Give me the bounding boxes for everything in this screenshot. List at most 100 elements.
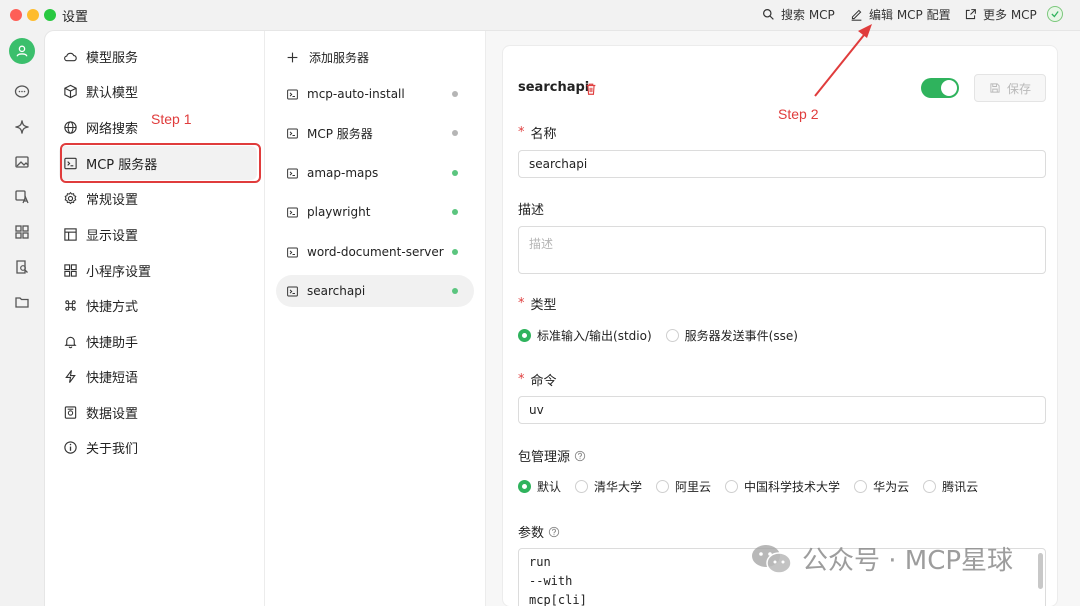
server-status-dot [452, 130, 458, 136]
type-radio-stdio[interactable]: 标准输入/输出(stdio) [518, 327, 652, 344]
registry-radio-huawei[interactable]: 华为云 [854, 478, 909, 495]
more-mcp-button[interactable]: 更多 MCP [964, 6, 1037, 23]
cloud-icon [64, 52, 77, 61]
registry-radio-group: 默认 清华大学 阿里云 中国科学技术大学 华为云 腾讯云 [518, 478, 978, 495]
registry-radio-aliyun[interactable]: 阿里云 [656, 478, 711, 495]
menu-item-label: 小程序设置 [86, 264, 152, 280]
menu-item-data-settings[interactable]: 数据设置 [59, 395, 257, 429]
save-label: 保存 [1006, 81, 1031, 96]
server-item-word-document-server[interactable]: word-document-server [276, 236, 474, 268]
registry-radio-default[interactable]: 默认 [518, 478, 561, 495]
search-mcp-button[interactable]: 搜索 MCP [762, 6, 835, 23]
menu-item-label: 显示设置 [86, 228, 139, 244]
cube-icon [64, 84, 77, 98]
help-icon[interactable] [548, 526, 560, 538]
server-name: searchapi [307, 284, 366, 298]
translate-icon[interactable] [13, 188, 31, 206]
search-icon [763, 9, 774, 20]
settings-menu: 模型服务 默认模型 网络搜索 MCP 服务器 常规设置 显示设置 小程序设置 快… [45, 31, 265, 606]
name-input[interactable]: searchapi [518, 150, 1046, 178]
menu-item-shortcuts[interactable]: 快捷方式 [59, 288, 257, 322]
command-icon [65, 299, 76, 311]
server-enabled-toggle[interactable] [921, 78, 959, 98]
registry-radio-ustc[interactable]: 中国科学技术大学 [725, 478, 840, 495]
menu-item-model-service[interactable]: 模型服务 [59, 39, 257, 73]
plus-icon [287, 52, 298, 62]
info-icon [64, 440, 77, 454]
mcp-server-list: 添加服务器 mcp-auto-install MCP 服务器 amap-maps… [266, 31, 486, 606]
server-status-dot [452, 170, 458, 176]
minimize-window-button[interactable] [27, 9, 39, 21]
menu-item-label: 模型服务 [86, 50, 139, 66]
server-detail-card: searchapi 保存 * 名称 searchapi 描述 描述 * 类型 标准输… [502, 45, 1058, 606]
step1-annotation: Step 1 [151, 111, 192, 127]
external-link-icon [965, 9, 976, 20]
document-search-icon[interactable] [13, 258, 31, 276]
args-line: mcp[cli] [529, 593, 587, 606]
command-input[interactable]: uv [518, 396, 1046, 424]
terminal-icon [287, 247, 298, 257]
app-sidebar [0, 30, 44, 606]
sparkle-icon[interactable] [13, 118, 31, 136]
image-icon[interactable] [13, 153, 31, 171]
server-item-searchapi[interactable]: searchapi [276, 275, 474, 307]
bell-icon [64, 336, 77, 348]
layout-icon [64, 227, 77, 241]
server-item-amap-maps[interactable]: amap-maps [276, 157, 474, 189]
folder-icon[interactable] [13, 293, 31, 311]
menu-item-label: 快捷助手 [86, 335, 139, 351]
avatar[interactable] [9, 38, 35, 64]
server-status-dot [452, 288, 458, 294]
server-status-dot [452, 209, 458, 215]
title-bar: 设置 搜索 MCP 编辑 MCP 配置 更多 MCP [0, 0, 1080, 30]
menu-item-quick-phrases[interactable]: 快捷短语 [59, 359, 257, 393]
apps-grid-icon[interactable] [13, 223, 31, 241]
menu-item-miniapp-settings[interactable]: 小程序设置 [59, 253, 257, 287]
type-field-label: * 类型 [518, 296, 557, 313]
gear-icon [64, 191, 77, 204]
help-icon[interactable] [574, 450, 586, 462]
menu-item-label: 默认模型 [86, 85, 139, 101]
server-name: word-document-server [307, 245, 444, 259]
chat-icon[interactable] [13, 83, 31, 101]
menu-item-display-settings[interactable]: 显示设置 [59, 217, 257, 251]
menu-item-about[interactable]: 关于我们 [59, 430, 257, 464]
zap-icon [65, 369, 76, 383]
name-field-label: * 名称 [518, 125, 557, 142]
registry-radio-tencent[interactable]: 腾讯云 [923, 478, 978, 495]
server-item-mcp-server[interactable]: MCP 服务器 [276, 117, 474, 149]
registry-field-label: 包管理源 [518, 446, 586, 465]
save-button[interactable]: 保存 [974, 74, 1046, 102]
window-title: 设置 [62, 10, 89, 25]
menu-item-quick-assistant[interactable]: 快捷助手 [59, 324, 257, 358]
grid-icon [64, 263, 77, 277]
step2-annotation: Step 2 [778, 106, 819, 122]
menu-item-label: 常规设置 [86, 192, 139, 208]
registry-radio-tsinghua[interactable]: 清华大学 [575, 478, 642, 495]
server-detail-title: searchapi [518, 80, 590, 95]
settings-window: 模型服务 默认模型 网络搜索 MCP 服务器 常规设置 显示设置 小程序设置 快… [44, 30, 1080, 606]
server-name: MCP 服务器 [307, 126, 373, 141]
server-item-playwright[interactable]: playwright [276, 196, 474, 228]
menu-item-label: 快捷方式 [86, 299, 139, 315]
server-status-dot [452, 249, 458, 255]
type-radio-sse[interactable]: 服务器发送事件(sse) [665, 327, 798, 344]
edit-mcp-config-button[interactable]: 编辑 MCP 配置 [850, 6, 951, 23]
server-name: amap-maps [307, 166, 379, 180]
server-item-mcp-auto-install[interactable]: mcp-auto-install [276, 78, 474, 110]
menu-item-default-model[interactable]: 默认模型 [59, 74, 257, 108]
menu-item-general-settings[interactable]: 常规设置 [59, 181, 257, 215]
close-window-button[interactable] [10, 9, 22, 21]
terminal-icon [287, 207, 298, 217]
add-server-button[interactable]: 添加服务器 [286, 46, 369, 68]
add-server-label: 添加服务器 [309, 50, 370, 65]
terminal-icon [287, 286, 298, 296]
server-status-dot [452, 91, 458, 97]
description-input[interactable]: 描述 [518, 226, 1046, 274]
maximize-window-button[interactable] [44, 9, 56, 21]
trash-icon[interactable] [584, 82, 598, 96]
save-icon [990, 83, 1000, 93]
server-name: playwright [307, 205, 371, 219]
args-scrollbar[interactable] [1038, 553, 1043, 589]
search-mcp-label: 搜索 MCP [781, 8, 835, 22]
